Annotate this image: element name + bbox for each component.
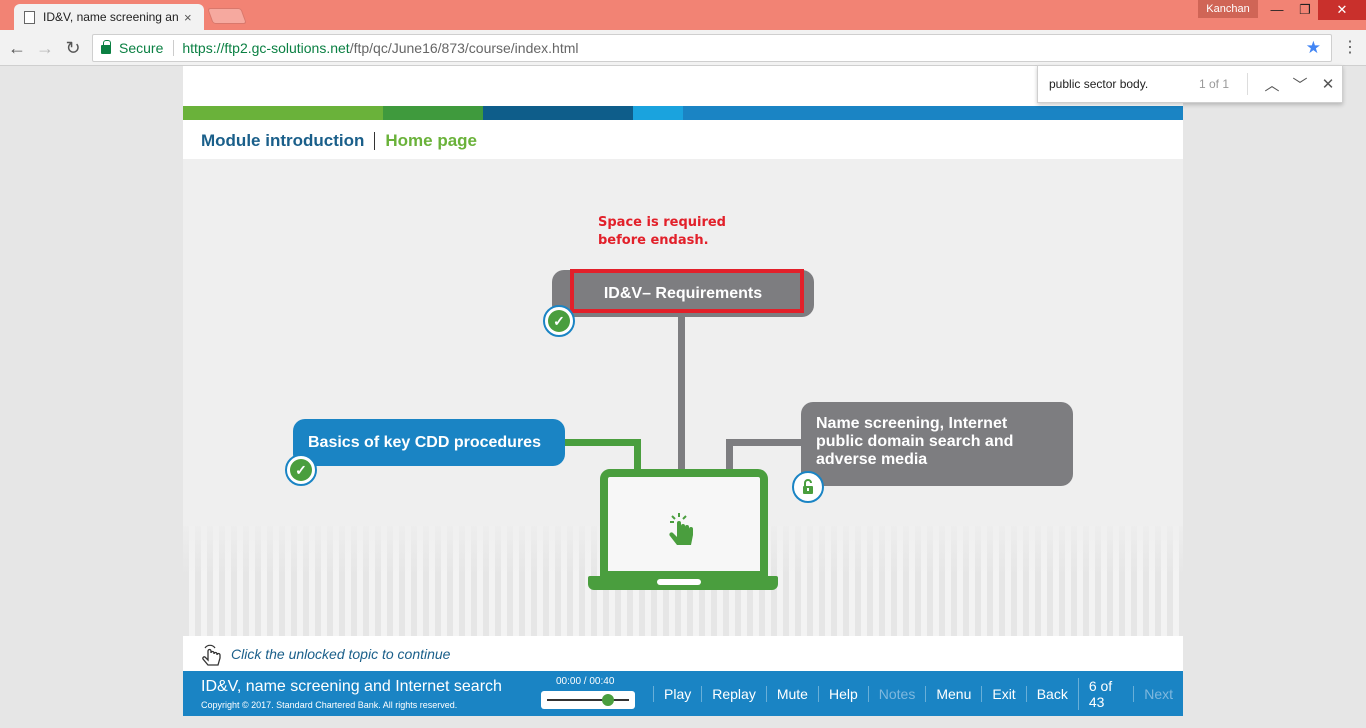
minimize-button[interactable]: — xyxy=(1262,0,1292,20)
instruction-bar: Click the unlocked topic to continue xyxy=(183,636,1183,671)
replay-button[interactable]: Replay xyxy=(701,685,766,702)
color-stripe-bar xyxy=(183,106,1183,120)
stripe-4 xyxy=(633,106,683,120)
connector-left-h xyxy=(563,439,641,446)
topic-name-screening[interactable]: Name screening, Internet public domain s… xyxy=(801,402,1073,486)
mute-button[interactable]: Mute xyxy=(765,685,818,702)
find-next-icon[interactable]: ﹀ xyxy=(1286,74,1314,95)
connector-top xyxy=(678,317,685,470)
pointer-hand-icon xyxy=(669,513,693,545)
reload-icon[interactable]: ↻ xyxy=(62,37,84,59)
stripe-1 xyxy=(183,106,383,120)
connector-right-v xyxy=(726,439,733,471)
find-match-count: 1 of 1 xyxy=(1199,77,1230,91)
secure-label: Secure xyxy=(119,40,164,56)
url-host: https://ftp2.gc-solutions.net xyxy=(182,40,350,56)
tab-title: ID&V, name screening an xyxy=(43,10,178,24)
player-controls: Play Replay Mute Help Notes Menu Exit Ba… xyxy=(653,671,1183,716)
unlocked-padlock-icon xyxy=(792,471,824,503)
tab-close-icon[interactable]: × xyxy=(184,10,192,25)
address-bar[interactable]: Secure https://ftp2.gc-solutions.net /ft… xyxy=(92,34,1332,62)
bookmark-star-icon[interactable]: ★ xyxy=(1306,38,1321,58)
connector-right-h xyxy=(726,439,804,446)
laptop-slot xyxy=(657,579,701,585)
browser-toolbar: ← → ↻ Secure https://ftp2.gc-solutions.n… xyxy=(0,30,1366,66)
slider-thumb[interactable] xyxy=(601,694,614,706)
browser-menu-icon[interactable]: ⋮ xyxy=(1342,38,1358,58)
next-button[interactable]: Next xyxy=(1133,685,1183,702)
url-path: /ftp/qc/June16/873/course/index.html xyxy=(349,40,579,56)
touch-hand-icon xyxy=(202,644,221,666)
find-close-icon[interactable]: ✕ xyxy=(1314,75,1342,93)
stripe-2 xyxy=(383,106,483,120)
course-frame: Module introduction Home page Space is r… xyxy=(183,66,1183,716)
help-button[interactable]: Help xyxy=(817,685,868,702)
page-counter: 6 of 43 xyxy=(1077,677,1133,710)
completed-check-icon: ✓ xyxy=(285,454,317,486)
browser-tab[interactable]: ID&V, name screening an × xyxy=(14,4,204,30)
menu-button[interactable]: Menu xyxy=(925,685,981,702)
browser-titlebar: ID&V, name screening an × Kanchan — ❐ ✕ xyxy=(0,0,1366,30)
omnibox-divider xyxy=(173,40,175,56)
connector-left-v xyxy=(634,439,641,471)
window-close-button[interactable]: ✕ xyxy=(1318,0,1366,20)
progress-slider[interactable] xyxy=(541,691,635,709)
find-divider xyxy=(1247,73,1248,95)
exit-button[interactable]: Exit xyxy=(981,685,1025,702)
restore-button[interactable]: ❐ xyxy=(1290,0,1320,20)
find-input[interactable]: public sector body. xyxy=(1049,77,1199,91)
review-highlight-box xyxy=(570,269,804,313)
review-annotation: Space is required before endash. xyxy=(598,215,726,248)
breadcrumb-divider xyxy=(374,132,376,150)
module-introduction-link[interactable]: Module introduction xyxy=(201,131,364,151)
new-tab-button[interactable] xyxy=(207,8,247,24)
topic-stage: Space is required before endash. ID&V– R… xyxy=(183,159,1183,636)
back-arrow-icon[interactable]: ← xyxy=(6,37,28,59)
document-icon xyxy=(24,10,35,24)
lock-icon xyxy=(101,40,111,54)
stripe-3 xyxy=(483,106,633,120)
course-title: ID&V, name screening and Internet search xyxy=(201,678,502,695)
find-bar: public sector body. 1 of 1 ︿ ﹀ ✕ xyxy=(1037,65,1343,103)
breadcrumb: Module introduction Home page xyxy=(201,131,477,151)
play-button[interactable]: Play xyxy=(653,685,701,702)
forward-arrow-icon[interactable]: → xyxy=(34,37,56,59)
find-previous-icon[interactable]: ︿ xyxy=(1258,74,1286,95)
completed-check-icon: ✓ xyxy=(543,305,575,337)
player-footer: ID&V, name screening and Internet search… xyxy=(183,671,1183,716)
home-page-link[interactable]: Home page xyxy=(385,131,477,151)
back-button[interactable]: Back xyxy=(1025,685,1078,702)
slider-track xyxy=(547,699,629,701)
stripe-5 xyxy=(683,106,1183,120)
instruction-text: Click the unlocked topic to continue xyxy=(231,645,451,662)
copyright-text: Copyright © 2017. Standard Chartered Ban… xyxy=(201,700,458,710)
time-display: 00:00 / 00:40 xyxy=(556,676,615,687)
topic-basics-cdd[interactable]: Basics of key CDD procedures xyxy=(293,419,565,466)
profile-button[interactable]: Kanchan xyxy=(1198,0,1258,18)
notes-button[interactable]: Notes xyxy=(867,685,926,702)
